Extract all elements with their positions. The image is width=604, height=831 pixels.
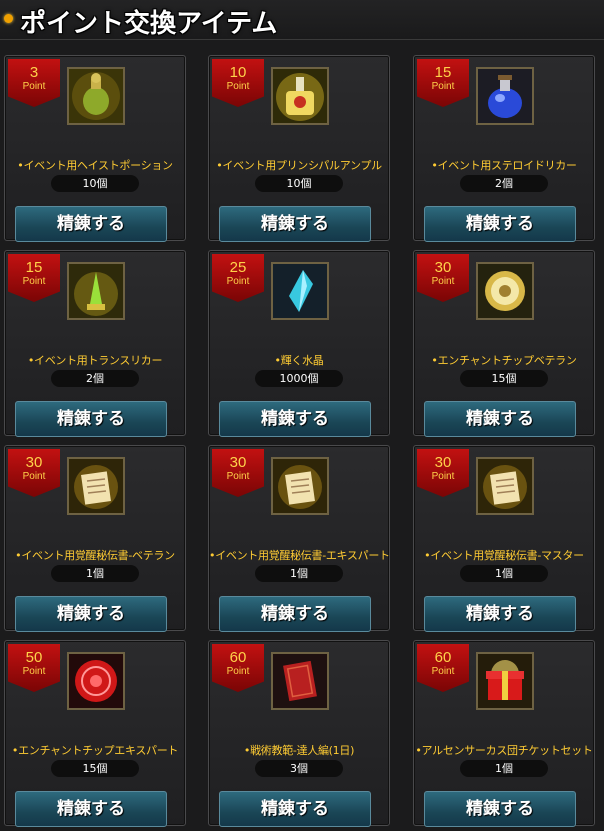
crystal-icon [271,262,329,320]
item-name: •イベント用覚醒秘伝書-ベテラン [15,549,175,562]
scroll-icon [67,457,125,515]
refine-button[interactable]: 精錬する [15,206,167,242]
item-name: •戦術教範-達人編(1日) [243,744,355,757]
red-chip-icon [67,652,125,710]
point-unit: Point [431,666,455,677]
scroll-icon [476,457,534,515]
item-card: 60 Point •戦術教範-達人編(1日) 3個 精錬する [208,640,390,827]
bullet-icon [4,14,13,23]
book-icon [271,652,329,710]
refine-button[interactable]: 精錬する [219,596,371,632]
point-value: 30 [434,454,452,471]
page-title: ポイント交換アイテム [20,9,278,39]
item-name: •イベント用覚醒秘伝書-エキスパート [209,549,390,562]
item-card: 3 Point •イベント用ヘイストポーション 10個 精錬する [4,55,186,242]
item-quantity: 10個 [51,175,139,192]
haste-potion-icon [67,67,125,125]
point-value: 30 [229,454,247,471]
item-quantity: 1個 [255,565,343,582]
ampoule-icon [271,67,329,125]
point-badge: 10 Point [212,59,264,107]
item-card: 60 Point •アルセンサーカス団チケットセット 1個 精錬する [413,640,595,827]
point-unit: Point [226,81,250,92]
page-header: ポイント交換アイテム [0,0,604,40]
gold-chip-icon [476,262,534,320]
trans-liquor-icon [67,262,125,320]
point-value: 60 [229,649,247,666]
refine-button[interactable]: 精錬する [424,791,576,827]
item-name: •イベント用ステロイドリカー [431,159,577,172]
item-card: 30 Point •イベント用覚醒秘伝書-マスター 1個 精錬する [413,445,595,632]
item-card: 15 Point •イベント用トランスリカー 2個 精錬する [4,250,186,437]
item-quantity: 1000個 [255,370,343,387]
point-badge: 30 Point [8,449,60,497]
item-quantity: 1個 [51,565,139,582]
point-unit: Point [431,276,455,287]
refine-button[interactable]: 精錬する [424,401,576,437]
point-unit: Point [226,276,250,287]
refine-button[interactable]: 精錬する [424,596,576,632]
point-badge: 30 Point [212,449,264,497]
item-name: •イベント用プリンシパルアンプル [216,159,382,172]
item-name: •イベント用ヘイストポーション [17,159,173,172]
point-badge: 3 Point [8,59,60,107]
point-unit: Point [22,81,46,92]
item-card: 10 Point •イベント用プリンシパルアンプル 10個 精錬する [208,55,390,242]
point-unit: Point [22,471,46,482]
point-badge: 15 Point [417,59,469,107]
item-name: •イベント用トランスリカー [27,354,163,367]
point-unit: Point [22,666,46,677]
point-badge: 30 Point [417,254,469,302]
point-unit: Point [22,276,46,287]
item-card: 30 Point •イベント用覚醒秘伝書-エキスパート 1個 精錬する [208,445,390,632]
item-name: •アルセンサーカス団チケットセット [415,744,593,757]
point-value: 60 [434,649,452,666]
point-badge: 50 Point [8,644,60,692]
item-name: •エンチャントチップベテラン [431,354,577,367]
item-name: •エンチャントチップエキスパート [11,744,179,757]
refine-button[interactable]: 精錬する [15,401,167,437]
point-badge: 30 Point [417,449,469,497]
gift-box-icon [476,652,534,710]
refine-button[interactable]: 精錬する [15,596,167,632]
item-quantity: 2個 [460,175,548,192]
point-value: 3 [29,64,39,81]
point-unit: Point [431,471,455,482]
scroll-icon [271,457,329,515]
point-value: 15 [434,64,452,81]
point-value: 30 [25,454,43,471]
item-card: 30 Point •エンチャントチップベテラン 15個 精錬する [413,250,595,437]
point-value: 15 [25,259,43,276]
item-name: •イベント用覚醒秘伝書-マスター [424,549,584,562]
item-name: •輝く水晶 [274,354,324,367]
refine-button[interactable]: 精錬する [219,401,371,437]
item-card: 15 Point •イベント用ステロイドリカー 2個 精錬する [413,55,595,242]
point-value: 10 [229,64,247,81]
point-unit: Point [431,81,455,92]
point-unit: Point [226,666,250,677]
refine-button[interactable]: 精錬する [219,206,371,242]
item-quantity: 15個 [460,370,548,387]
point-badge: 25 Point [212,254,264,302]
item-quantity: 15個 [51,760,139,777]
item-quantity: 1個 [460,565,548,582]
item-card: 50 Point •エンチャントチップエキスパート 15個 精錬する [4,640,186,827]
refine-button[interactable]: 精錬する [219,791,371,827]
point-badge: 15 Point [8,254,60,302]
item-card: 25 Point •輝く水晶 1000個 精錬する [208,250,390,437]
item-quantity: 2個 [51,370,139,387]
item-quantity: 3個 [255,760,343,777]
point-value: 30 [434,259,452,276]
refine-button[interactable]: 精錬する [424,206,576,242]
point-badge: 60 Point [212,644,264,692]
refine-button[interactable]: 精錬する [15,791,167,827]
item-card: 30 Point •イベント用覚醒秘伝書-ベテラン 1個 精錬する [4,445,186,632]
point-value: 25 [229,259,247,276]
point-unit: Point [226,471,250,482]
blue-potion-icon [476,67,534,125]
point-badge: 60 Point [417,644,469,692]
item-quantity: 1個 [460,760,548,777]
point-value: 50 [25,649,43,666]
item-quantity: 10個 [255,175,343,192]
